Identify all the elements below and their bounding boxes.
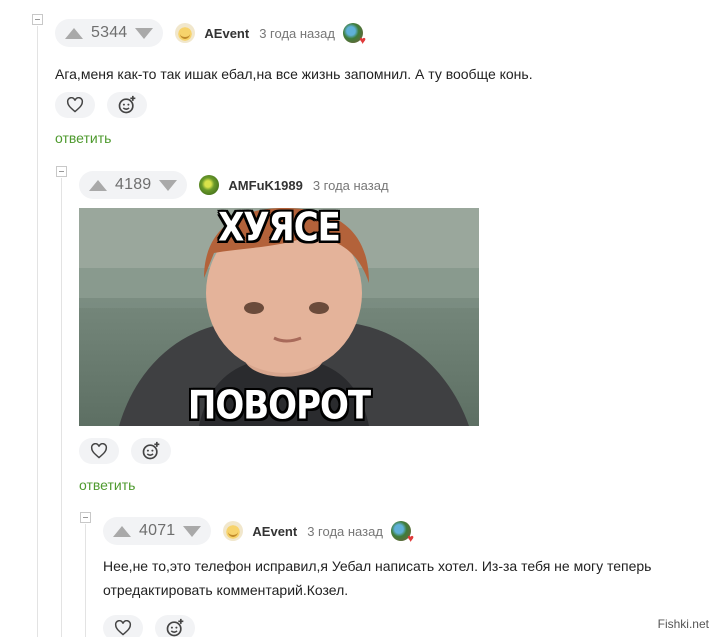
badge-icon [390, 521, 414, 545]
avatar[interactable] [223, 521, 244, 541]
comment-header: 4071 AEvent 3 года назад [103, 516, 673, 546]
arrow-down-icon[interactable] [135, 27, 154, 39]
username[interactable]: AEvent [252, 524, 297, 539]
arrow-down-icon[interactable] [159, 179, 178, 191]
rating-value: 4071 [139, 522, 176, 539]
username[interactable]: AMFuK1989 [228, 178, 302, 193]
meme-top-caption: ХУЯСЕ [218, 208, 341, 251]
arrow-up-icon[interactable] [113, 525, 131, 537]
comment-actions [79, 438, 171, 464]
meme-image[interactable]: ХУЯСЕ ПОВОРОТ [79, 208, 479, 426]
collapse-icon[interactable] [56, 166, 67, 177]
timestamp[interactable]: 3 года назад [313, 178, 389, 193]
timestamp[interactable]: 3 года назад [307, 524, 383, 539]
reply-link[interactable]: ответить [55, 130, 111, 146]
collapse-icon[interactable] [32, 14, 43, 25]
comment-actions [103, 615, 195, 637]
like-button[interactable] [55, 92, 95, 118]
comment: 4071 AEvent 3 года назад Нее,не то,это т… [103, 516, 673, 602]
rating-value: 4189 [115, 176, 152, 193]
arrow-up-icon[interactable] [89, 179, 107, 191]
smile-plus-icon [142, 441, 160, 460]
meme-bottom-caption: ПОВОРОТ [187, 383, 371, 426]
timestamp[interactable]: 3 года назад [259, 26, 335, 41]
heart-icon [90, 443, 108, 459]
badge-icon [342, 23, 366, 47]
thread-line [85, 524, 86, 637]
avatar[interactable] [175, 23, 196, 43]
arrow-up-icon[interactable] [65, 27, 83, 39]
comments-page: 5344 AEvent 3 года назад Ага,меня как-то… [0, 0, 715, 637]
comment-header: 4189 AMFuK1989 3 года назад [79, 170, 679, 200]
comment-text: Ага,меня как-то так ишак ебал,на все жиз… [55, 66, 533, 82]
react-button[interactable] [131, 438, 171, 464]
rating-widget: 4189 [79, 171, 188, 199]
rating-widget: 5344 [55, 19, 164, 47]
like-button[interactable] [103, 615, 143, 637]
arrow-down-icon[interactable] [183, 525, 202, 537]
smile-plus-icon [166, 618, 184, 637]
comment-text: Нее,не то,это телефон исправил,я Уебал н… [103, 558, 652, 598]
comment-actions [55, 92, 147, 118]
comment: 4189 AMFuK1989 3 года назад [79, 170, 679, 200]
comment: 5344 AEvent 3 года назад Ага,меня как-то… [55, 18, 695, 86]
smile-plus-icon [118, 95, 136, 114]
react-button[interactable] [155, 615, 195, 637]
like-button[interactable] [79, 438, 119, 464]
watermark: Fishki.net [657, 617, 709, 631]
comment-header: 5344 AEvent 3 года назад [55, 18, 695, 48]
rating-value: 5344 [91, 24, 128, 41]
avatar[interactable] [199, 175, 220, 195]
rating-widget: 4071 [103, 517, 212, 545]
reply-link[interactable]: ответить [79, 477, 135, 493]
heart-icon [66, 97, 84, 113]
thread-line [61, 178, 62, 637]
thread-line [37, 26, 38, 637]
react-button[interactable] [107, 92, 147, 118]
heart-icon [114, 620, 132, 636]
username[interactable]: AEvent [204, 26, 249, 41]
collapse-icon[interactable] [80, 512, 91, 523]
